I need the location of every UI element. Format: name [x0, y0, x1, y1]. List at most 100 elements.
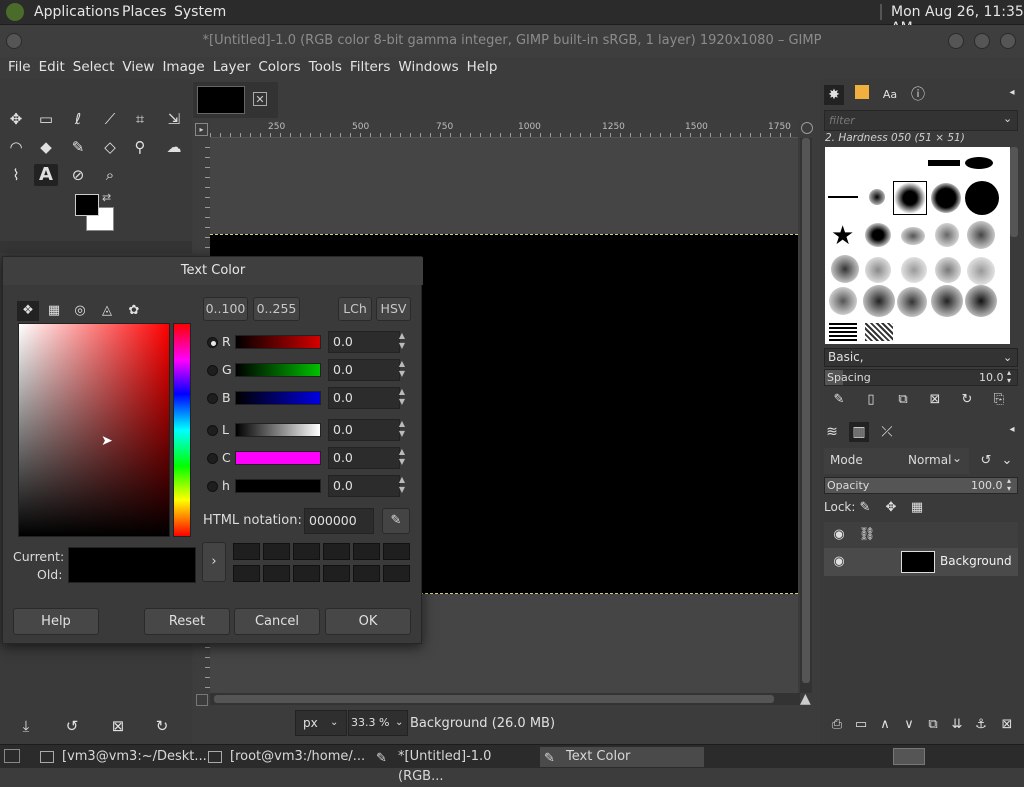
menu-colors[interactable]: Colors	[250, 57, 300, 75]
brush-item[interactable]	[935, 257, 961, 283]
brush-tag-field[interactable]: Basic, ⌄	[824, 348, 1018, 367]
menu-help[interactable]: Help	[459, 57, 498, 75]
brush-item[interactable]	[863, 285, 895, 317]
brush-item[interactable]	[897, 287, 927, 317]
html-notation-field[interactable]: 000000	[304, 508, 374, 534]
crop-tool-icon[interactable]: ⌗	[128, 108, 152, 130]
channels-tab-icon[interactable]: ▥	[849, 422, 869, 442]
brush-item[interactable]	[865, 257, 891, 283]
configure-tab-icon[interactable]: ◂	[1002, 420, 1022, 440]
value-h[interactable]: 0.0	[328, 475, 400, 497]
brush-item[interactable]	[865, 223, 891, 247]
canvas-corner-icon[interactable]: ▲	[800, 691, 811, 707]
show-desktop-icon[interactable]	[4, 749, 20, 763]
restore-tool-preset-icon[interactable]: ↺	[60, 715, 84, 737]
reset-tool-options-icon[interactable]: ↻	[150, 715, 174, 737]
scrollbar-thumb[interactable]	[214, 695, 774, 703]
layer-thumbnail[interactable]	[901, 551, 935, 573]
brush-item[interactable]	[829, 323, 857, 341]
history-swatch[interactable]	[323, 543, 350, 560]
eraser-tool-icon[interactable]: ◇	[98, 136, 122, 158]
history-swatch[interactable]	[323, 565, 350, 582]
brush-item[interactable]	[901, 257, 927, 283]
swap-colors-icon[interactable]: ⇄	[102, 191, 111, 204]
lower-layer-icon[interactable]: ∨	[898, 715, 920, 735]
brush-item[interactable]	[828, 196, 858, 198]
menu-filters[interactable]: Filters	[342, 57, 390, 75]
hue-strip[interactable]	[173, 323, 191, 537]
brush-item[interactable]	[931, 285, 963, 317]
history-swatch[interactable]	[383, 565, 410, 582]
brush-item[interactable]	[965, 181, 999, 215]
horizontal-scrollbar[interactable]	[210, 693, 800, 705]
watercolor-selector-icon[interactable]: ✿	[123, 301, 145, 321]
triangle-selector-icon[interactable]: ◬	[96, 301, 118, 321]
slider-b[interactable]	[235, 391, 321, 405]
mode-switch-icon[interactable]: ↺	[975, 451, 997, 471]
paintbrush-tool-icon[interactable]: ✎	[66, 136, 90, 158]
spin-r-icon[interactable]: ▲ ▼	[396, 331, 408, 353]
brush-item[interactable]: ★	[831, 221, 854, 251]
range-0-255-button[interactable]: 0..255	[253, 297, 300, 321]
radio-h[interactable]	[207, 481, 218, 492]
history-swatch[interactable]	[383, 543, 410, 560]
new-layer-group-icon[interactable]: ▭	[850, 715, 872, 735]
dialog-title[interactable]: Text Color	[3, 257, 423, 285]
history-swatch[interactable]	[353, 565, 380, 582]
value-g[interactable]: 0.0	[328, 359, 400, 381]
color-picker-tool-icon[interactable]: ⊘	[66, 164, 90, 186]
brush-item[interactable]	[965, 285, 997, 317]
zoom-tool-icon[interactable]: ⌕	[98, 164, 122, 186]
slider-h[interactable]	[235, 479, 321, 493]
help-tab-icon[interactable]: ⓘ	[908, 85, 928, 105]
clone-tool-icon[interactable]: ⚲	[128, 136, 152, 158]
new-layer-icon[interactable]: ⎙	[826, 715, 848, 735]
save-tool-preset-icon[interactable]: ⤓	[14, 715, 38, 737]
slider-g[interactable]	[235, 363, 321, 377]
spin-l-icon[interactable]: ▲ ▼	[396, 419, 408, 441]
open-brush-as-image-icon[interactable]: ⎘	[988, 390, 1010, 410]
layer-name[interactable]: Background	[940, 554, 1012, 568]
spacing-slider[interactable]: Spacing 10.0 ▴ ▾	[824, 369, 1018, 386]
history-swatch[interactable]	[263, 565, 290, 582]
saturation-value-square[interactable]	[18, 323, 170, 537]
spin-icon[interactable]: ▴ ▾	[1007, 369, 1011, 385]
brush-item[interactable]	[865, 323, 893, 341]
radio-l[interactable]	[207, 425, 218, 436]
wheel-selector-icon[interactable]: ◎	[69, 301, 91, 321]
spin-g-icon[interactable]: ▲ ▼	[396, 359, 408, 381]
radio-b[interactable]	[207, 393, 218, 404]
lock-pixels-icon[interactable]: ✎	[854, 498, 876, 518]
menu-view[interactable]: View	[114, 57, 154, 75]
ok-button[interactable]: OK	[325, 608, 411, 635]
eye-icon[interactable]: ◉	[828, 552, 850, 572]
value-b[interactable]: 0.0	[328, 387, 400, 409]
brush-item[interactable]	[829, 287, 857, 315]
text-tool-icon[interactable]: A	[34, 164, 58, 186]
delete-brush-icon[interactable]: ⊠	[924, 390, 946, 410]
rect-select-tool-icon[interactable]: ▭	[34, 108, 58, 130]
menu-edit[interactable]: Edit	[31, 57, 65, 75]
menu-places[interactable]: Places	[122, 4, 167, 20]
radio-r[interactable]	[207, 337, 218, 348]
hsv-button[interactable]: HSV	[376, 297, 411, 321]
paths-tab-icon[interactable]: ⤫	[877, 422, 897, 442]
warp-tool-icon[interactable]: ◠	[4, 136, 28, 158]
move-tool-icon[interactable]: ✥	[4, 108, 28, 130]
menu-windows[interactable]: Windows	[390, 57, 458, 75]
taskbar-item[interactable]: ✎ *[Untitled]-1.0 (RGB...	[372, 747, 536, 784]
spin-c-icon[interactable]: ▲ ▼	[396, 447, 408, 469]
refresh-brushes-icon[interactable]: ↻	[956, 390, 978, 410]
vertical-scrollbar[interactable]	[800, 138, 812, 693]
unit-select[interactable]: px ⌄	[295, 710, 347, 736]
transform-tool-icon[interactable]: ⇲	[162, 108, 186, 130]
brush-item-selected[interactable]	[893, 181, 927, 215]
quick-mask-corner-icon[interactable]: ▸	[195, 123, 208, 136]
brush-item[interactable]	[965, 157, 993, 169]
history-swatch[interactable]	[353, 543, 380, 560]
close-tab-icon[interactable]: ✕	[253, 92, 267, 106]
menu-select[interactable]: Select	[65, 57, 115, 75]
cmyk-selector-icon[interactable]: ▦	[43, 301, 65, 321]
brush-item[interactable]	[931, 183, 961, 213]
brush-item[interactable]	[869, 189, 885, 205]
